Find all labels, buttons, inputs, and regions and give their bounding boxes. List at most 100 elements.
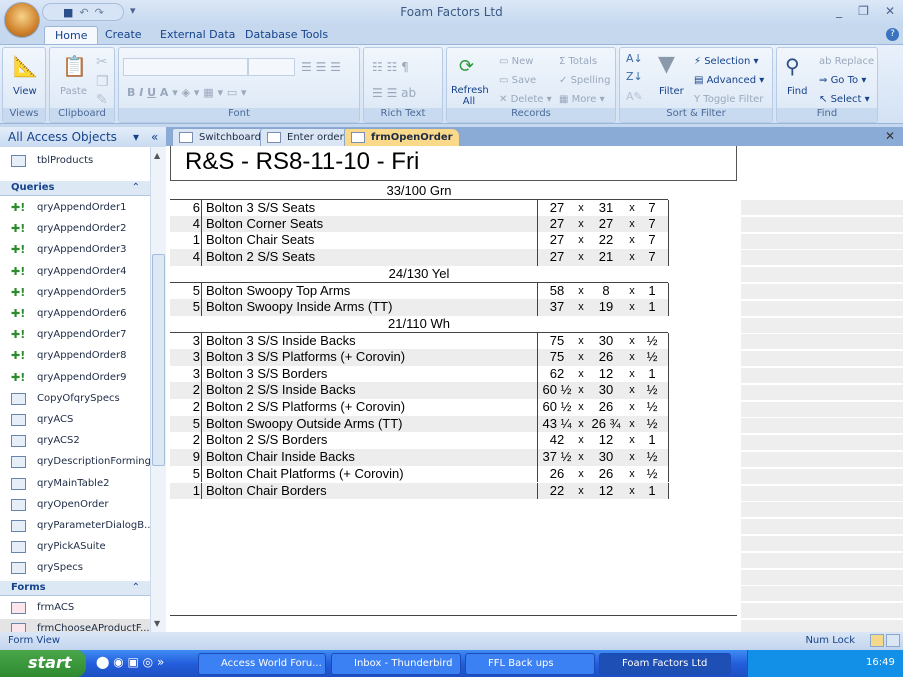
font-size-dropdown[interactable]	[248, 58, 295, 76]
office-button[interactable]	[4, 2, 40, 38]
bold-button[interactable]: B I U A ▾ ◈ ▾ ▦ ▾ ▭ ▾	[127, 86, 247, 99]
doc-tab-frmopenorder[interactable]: frmOpenOrder	[344, 128, 460, 146]
order-line-row[interactable]: 4 Bolton Corner Seats 27 x 27 x 7	[170, 215, 669, 233]
nav-item[interactable]: CopyOfqrySpecs	[0, 389, 150, 410]
goto-button[interactable]: ⇒ Go To ▾	[819, 75, 866, 86]
order-line-row[interactable]: 5 Bolton Chait Platforms (+ Corovin) 26 x 26…	[170, 465, 669, 483]
selection-button[interactable]: ⚡ Selection ▾	[694, 56, 759, 67]
quantity[interactable]: 6	[170, 200, 202, 216]
quantity[interactable]: 1	[170, 482, 202, 500]
toggle-filter-button[interactable]: Y Toggle Filter	[694, 94, 763, 105]
font-name-dropdown[interactable]	[123, 58, 248, 76]
sort-descending-icon[interactable]: Z↓	[626, 70, 643, 83]
doc-tab-enter-order[interactable]: Enter order	[260, 128, 351, 146]
tab-create[interactable]: Create	[95, 26, 152, 44]
nav-item[interactable]: ✚! qryAppendOrder1	[0, 198, 150, 219]
nav-item[interactable]: ✚! qryAppendOrder2	[0, 219, 150, 240]
description[interactable]: Bolton Chair Seats	[206, 232, 538, 250]
description[interactable]: Bolton 3 S/S Platforms (+ Corovin)	[206, 348, 538, 366]
description[interactable]: Bolton 3 S/S Seats	[206, 200, 538, 216]
quantity[interactable]: 2	[170, 432, 202, 450]
nav-item[interactable]: frmACS	[0, 598, 150, 619]
list-buttons[interactable]: ☰ ☰ ab	[372, 86, 416, 100]
spelling-button[interactable]: ✓ Spelling	[559, 75, 610, 86]
collapse-section-icon[interactable]: ⌃	[132, 182, 140, 193]
description[interactable]: Bolton 2 S/S Platforms (+ Corovin)	[206, 399, 538, 416]
delete-button[interactable]: ✕ Delete ▾	[499, 94, 552, 105]
new-button[interactable]: ▭ New	[499, 56, 533, 67]
quantity[interactable]: 3	[170, 365, 202, 383]
scroll-down-icon[interactable]: ▼	[154, 619, 160, 628]
quantity[interactable]: 3	[170, 348, 202, 366]
quantity[interactable]: 9	[170, 449, 202, 466]
quantity[interactable]: 5	[170, 465, 202, 483]
save-button[interactable]: ▭ Save	[499, 75, 536, 86]
scroll-thumb[interactable]	[152, 254, 165, 466]
nav-item[interactable]: qrySpecs	[0, 558, 150, 579]
design-view-icon[interactable]	[886, 634, 900, 647]
description[interactable]: Bolton Corner Seats	[206, 215, 538, 233]
collapse-section-icon[interactable]: ⌃	[132, 582, 140, 593]
order-line-row[interactable]: 2 Bolton 2 S/S Inside Backs 60 ½ x 30 x ½	[170, 382, 669, 399]
description[interactable]: Bolton 2 S/S Inside Backs	[206, 382, 538, 399]
sort-ascending-icon[interactable]: A↓	[626, 52, 643, 65]
start-button[interactable]: start	[0, 650, 86, 677]
order-line-row[interactable]: 6 Bolton 3 S/S Seats 27 x 31 x 7	[170, 199, 669, 216]
totals-button[interactable]: Σ Totals	[559, 56, 597, 67]
tab-home[interactable]: Home	[44, 26, 99, 44]
order-line-row[interactable]: 3 Bolton 3 S/S Platforms (+ Corovin) 75 x 26…	[170, 348, 669, 366]
tab-external-data[interactable]: External Data	[150, 26, 245, 44]
description[interactable]: Bolton Swoopy Inside Arms (TT)	[206, 299, 538, 316]
description[interactable]: Bolton 2 S/S Seats	[206, 249, 538, 266]
taskbar-folder[interactable]: FFL Back ups	[465, 653, 595, 675]
cut-icon[interactable]: ✂	[96, 54, 108, 70]
help-icon[interactable]: ?	[886, 28, 899, 41]
description[interactable]: Bolton 3 S/S Inside Backs	[206, 333, 538, 349]
nav-scrollbar[interactable]: ▲ ▼	[150, 147, 166, 632]
description[interactable]: Bolton Chair Borders	[206, 482, 538, 500]
nav-menu-chevron-icon[interactable]: ▾	[133, 130, 139, 144]
nav-item-tblproducts[interactable]: tblProducts	[0, 151, 150, 172]
advanced-button[interactable]: ▤ Advanced ▾	[694, 75, 764, 86]
select-button[interactable]: ↖ Select ▾	[819, 94, 870, 105]
quantity[interactable]: 2	[170, 399, 202, 416]
quantity[interactable]: 4	[170, 249, 202, 266]
filter-button[interactable]: Filter	[659, 86, 684, 97]
order-line-row[interactable]: 3 Bolton 3 S/S Inside Backs 75 x 30 x ½	[170, 332, 669, 349]
find-button[interactable]: Find	[787, 86, 808, 97]
description[interactable]: Bolton Chait Platforms (+ Corovin)	[206, 465, 538, 483]
nav-item[interactable]: ✚! qryAppendOrder7	[0, 325, 150, 346]
description[interactable]: Bolton 2 S/S Borders	[206, 432, 538, 450]
refresh-all-button[interactable]: Refresh All	[451, 85, 489, 107]
quantity[interactable]: 3	[170, 333, 202, 349]
order-line-row[interactable]: 1 Bolton Chair Seats 27 x 22 x 7	[170, 232, 669, 250]
description[interactable]: Bolton Chair Inside Backs	[206, 449, 538, 466]
description[interactable]: Bolton Swoopy Outside Arms (TT)	[206, 415, 538, 433]
nav-item[interactable]: ✚! qryAppendOrder4	[0, 262, 150, 283]
view-button[interactable]: View	[13, 86, 37, 97]
replace-button[interactable]: ab Replace	[819, 56, 874, 67]
order-line-row[interactable]: 9 Bolton Chair Inside Backs 37 ½ x 30 x ½	[170, 449, 669, 466]
order-line-row[interactable]: 5 Bolton Swoopy Outside Arms (TT) 43 ¼ x 26 …	[170, 415, 669, 433]
nav-item[interactable]: qryParameterDialogB...	[0, 516, 154, 537]
restore-icon[interactable]: ❐	[858, 4, 869, 18]
quantity[interactable]: 2	[170, 382, 202, 399]
order-line-row[interactable]: 3 Bolton 3 S/S Borders 62 x 12 x 1	[170, 365, 669, 383]
nav-item[interactable]: qryMainTable2	[0, 474, 150, 495]
nav-item[interactable]: ✚! qryAppendOrder3	[0, 240, 150, 261]
nav-header[interactable]: All Access Objects ▾ «	[0, 127, 166, 147]
quantity[interactable]: 5	[170, 299, 202, 316]
collapse-nav-icon[interactable]: «	[151, 130, 158, 144]
nav-section-forms[interactable]: Forms ⌃	[0, 580, 150, 596]
clear-sort-icon[interactable]: A✎	[626, 90, 643, 103]
taskbar-opera[interactable]: Access World Foru...	[198, 653, 326, 675]
nav-item[interactable]: ✚! qryAppendOrder9	[0, 368, 150, 389]
format-painter-icon[interactable]: ✎	[96, 92, 108, 108]
copy-icon[interactable]: ❐	[96, 74, 109, 90]
description[interactable]: Bolton 3 S/S Borders	[206, 365, 538, 383]
order-line-row[interactable]: 4 Bolton 2 S/S Seats 27 x 21 x 7	[170, 249, 669, 266]
quantity[interactable]: 5	[170, 283, 202, 299]
order-line-row[interactable]: 2 Bolton 2 S/S Borders 42 x 12 x 1	[170, 432, 669, 450]
nav-item[interactable]: ✚! qryAppendOrder8	[0, 346, 150, 367]
order-line-row[interactable]: 1 Bolton Chair Borders 22 x 12 x 1	[170, 482, 669, 500]
